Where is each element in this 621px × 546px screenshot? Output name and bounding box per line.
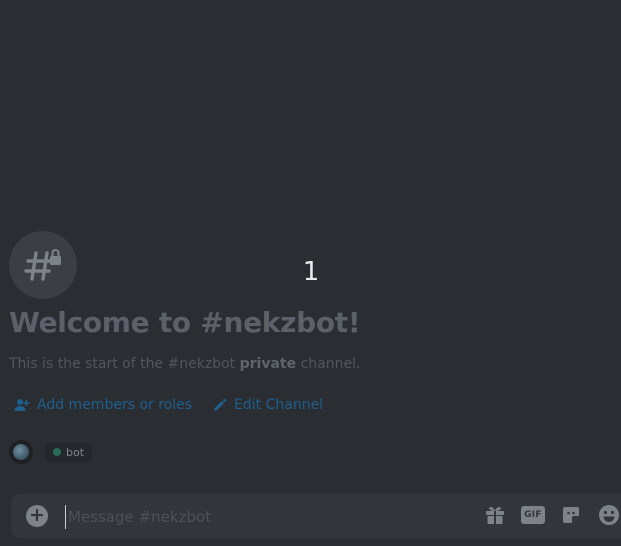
message-composer: + GIF xyxy=(11,494,621,538)
chat-pane: 1 Welcome to #nekzbot! This is the start… xyxy=(0,0,621,546)
sticker-icon xyxy=(563,507,579,523)
composer-tools: GIF xyxy=(483,503,621,527)
message-input[interactable] xyxy=(65,505,460,529)
welcome-title: Welcome to #nekzbot! xyxy=(9,306,361,339)
intro-private: private xyxy=(239,356,297,372)
intro-prefix: This is the start of the #nekzbot xyxy=(9,356,240,372)
channel-members-row: bot xyxy=(9,440,93,464)
gif-button[interactable]: GIF xyxy=(521,503,545,527)
avatar-image xyxy=(13,444,29,460)
gift-button[interactable] xyxy=(483,503,507,527)
gift-icon xyxy=(486,506,504,524)
role-color-dot xyxy=(53,448,61,456)
plus-icon: + xyxy=(29,504,45,526)
emoji-button[interactable] xyxy=(597,503,621,527)
add-members-label: Add members or roles xyxy=(37,397,193,413)
intro-suffix: channel. xyxy=(296,356,361,372)
pencil-icon xyxy=(213,398,227,411)
add-members-button[interactable]: Add members or roles xyxy=(14,397,192,413)
welcome-subtitle: This is the start of the #nekzbot privat… xyxy=(9,356,360,372)
avatar[interactable] xyxy=(9,440,33,464)
add-user-icon xyxy=(14,399,30,411)
add-attachment-button[interactable]: + xyxy=(26,505,48,527)
gif-label: GIF xyxy=(521,506,545,524)
edit-channel-button[interactable]: Edit Channel xyxy=(212,397,323,413)
welcome-actions: Add members or roles Edit Channel xyxy=(14,397,323,413)
role-label: bot xyxy=(66,445,85,459)
emoji-icon xyxy=(599,505,619,525)
edit-channel-label: Edit Channel xyxy=(234,397,324,413)
role-badge[interactable]: bot xyxy=(45,442,93,462)
channel-hash-lock-icon xyxy=(9,231,77,299)
countdown-number: 1 xyxy=(302,257,320,287)
sticker-button[interactable] xyxy=(559,503,583,527)
